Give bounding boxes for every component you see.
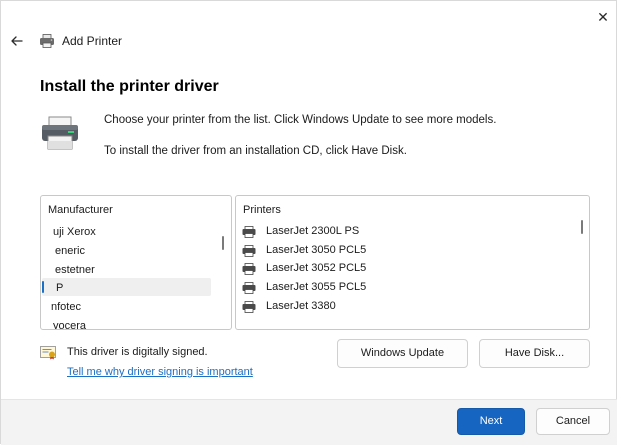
next-button[interactable]: Next bbox=[457, 408, 525, 435]
printer-model-label: LaserJet 3055 PCL5 bbox=[266, 281, 367, 293]
list-item[interactable]: eneric bbox=[55, 244, 85, 258]
cancel-button[interactable]: Cancel bbox=[536, 408, 610, 435]
list-item[interactable]: LaserJet 3052 PCL5 bbox=[242, 260, 572, 276]
manufacturer-list-header: Manufacturer bbox=[48, 204, 113, 216]
add-printer-window: ✕ Add Printer Install the printer driver bbox=[0, 0, 617, 445]
dialog-footer: Next Cancel bbox=[1, 399, 617, 445]
have-disk-button[interactable]: Have Disk... bbox=[479, 339, 590, 368]
list-item[interactable]: uji Xerox bbox=[53, 225, 96, 239]
list-item[interactable]: LaserJet 3380 bbox=[242, 298, 572, 314]
printer-icon bbox=[40, 115, 80, 151]
list-item[interactable]: LaserJet 2300L PS bbox=[242, 223, 572, 239]
printer-model-label: LaserJet 3380 bbox=[266, 300, 336, 312]
selected-row-highlight bbox=[42, 278, 211, 296]
list-item[interactable]: LaserJet 3055 PCL5 bbox=[242, 279, 572, 295]
printer-icon bbox=[242, 281, 256, 294]
navigation-bar: Add Printer bbox=[1, 27, 617, 55]
manufacturer-scrollbar[interactable] bbox=[222, 236, 224, 250]
printer-model-list[interactable]: Printers LaserJet 2300L PS LaserJet 3050… bbox=[235, 195, 590, 330]
printer-model-label: LaserJet 3050 PCL5 bbox=[266, 244, 367, 256]
printer-icon bbox=[242, 244, 256, 257]
printer-icon bbox=[242, 300, 256, 313]
printer-icon bbox=[242, 225, 256, 238]
list-item-selected[interactable]: P bbox=[56, 281, 63, 295]
selection-indicator bbox=[42, 281, 44, 293]
printer-model-label: LaserJet 3052 PCL5 bbox=[266, 262, 367, 274]
instruction-text: Choose your printer from the list. Click… bbox=[104, 114, 497, 126]
printer-icon bbox=[39, 33, 55, 49]
back-arrow-icon[interactable] bbox=[7, 31, 27, 51]
printer-model-label: LaserJet 2300L PS bbox=[266, 225, 360, 237]
list-item[interactable]: nfotec bbox=[51, 300, 81, 314]
section-heading: Install the printer driver bbox=[40, 78, 219, 95]
signed-certificate-icon bbox=[40, 346, 58, 360]
printers-list-header: Printers bbox=[243, 204, 281, 216]
list-item[interactable]: estetner bbox=[55, 263, 95, 277]
printers-scrollbar[interactable] bbox=[581, 220, 583, 234]
manufacturer-list[interactable]: Manufacturer uji Xerox eneric estetner P… bbox=[40, 195, 232, 330]
close-icon[interactable]: ✕ bbox=[595, 9, 611, 25]
driver-signing-info-link[interactable]: Tell me why driver signing is important bbox=[67, 366, 253, 379]
driver-signed-status: This driver is digitally signed. bbox=[67, 346, 208, 358]
list-item[interactable]: yocera bbox=[53, 319, 86, 329]
windows-update-button[interactable]: Windows Update bbox=[337, 339, 468, 368]
list-item[interactable]: LaserJet 3050 PCL5 bbox=[242, 242, 572, 258]
printer-icon bbox=[242, 262, 256, 275]
instruction-text-cd: To install the driver from an installati… bbox=[104, 145, 407, 157]
page-title: Add Printer bbox=[62, 34, 123, 48]
